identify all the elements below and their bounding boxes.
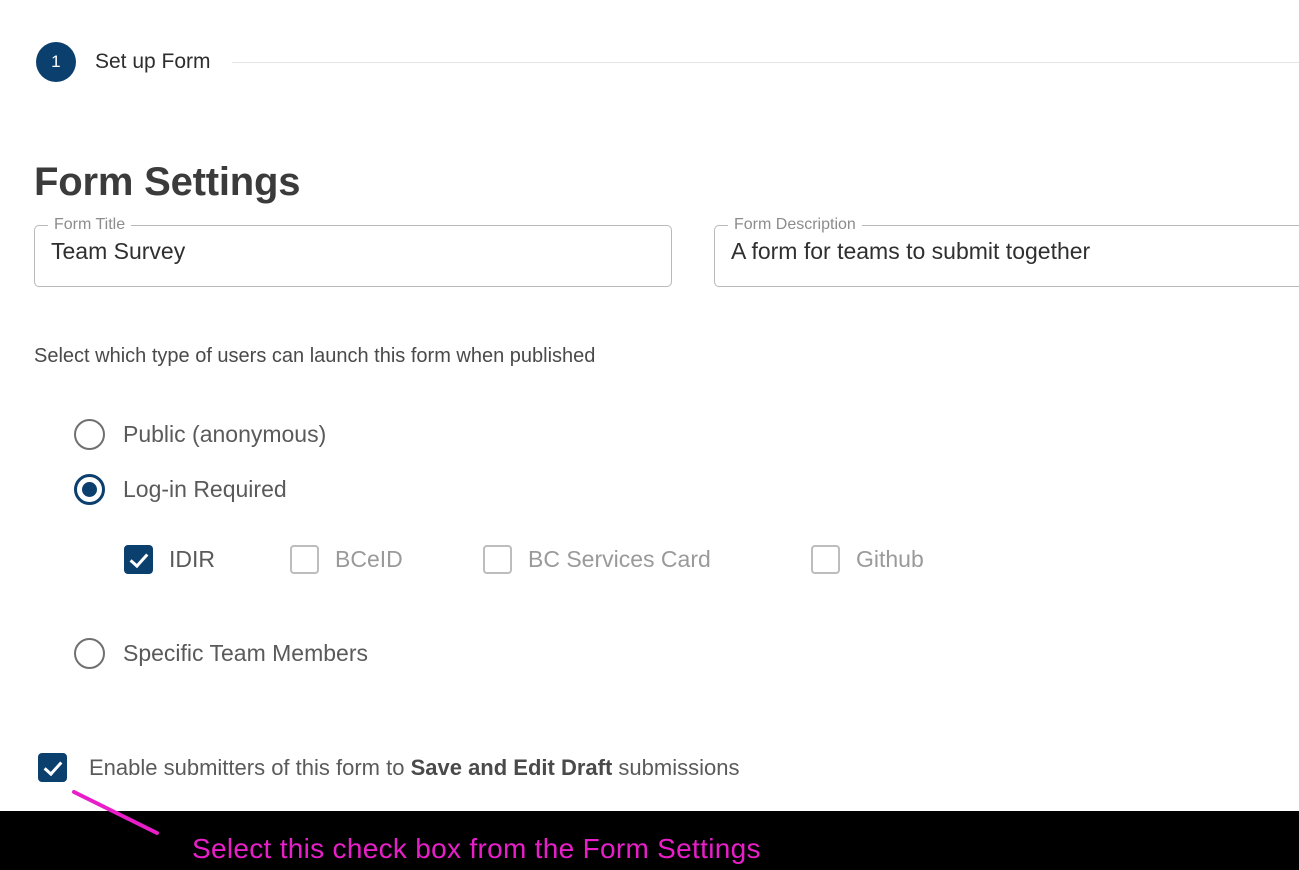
checkbox-option-bceid[interactable]: BCeID — [290, 545, 483, 574]
radio-label-login-required: Log-in Required — [123, 476, 287, 502]
radio-option-specific-team-members[interactable]: Specific Team Members — [74, 638, 368, 669]
radio-icon-specific-team-members[interactable] — [74, 638, 105, 669]
checkbox-option-github[interactable]: Github — [811, 545, 924, 574]
stepper-divider — [231, 61, 1299, 63]
draft-text-bold: Save and Edit Draft — [410, 754, 613, 780]
draft-text-after: submissions — [612, 754, 740, 780]
form-title-field[interactable]: Form Title Team Survey — [34, 215, 672, 287]
checkbox-label-github: Github — [856, 546, 924, 572]
draft-submissions-label: Enable submitters of this form to Save a… — [89, 755, 739, 781]
checkbox-icon-bc-services-card[interactable] — [483, 545, 512, 574]
step-number-badge: 1 — [36, 42, 76, 82]
radio-label-specific-team-members: Specific Team Members — [123, 640, 368, 666]
checkbox-label-idir: IDIR — [169, 546, 215, 572]
checkbox-icon-bceid[interactable] — [290, 545, 319, 574]
radio-option-login-required[interactable]: Log-in Required — [74, 474, 287, 505]
form-title-label: Form Title — [48, 215, 132, 235]
checkbox-option-idir[interactable]: IDIR — [124, 545, 290, 574]
radio-icon-public[interactable] — [74, 419, 105, 450]
access-instruction: Select which type of users can launch th… — [34, 345, 596, 367]
draft-text-before: Enable submitters of this form to — [89, 754, 411, 780]
identity-provider-group: IDIR BCeID BC Services Card Github — [124, 545, 924, 574]
draft-submissions-option[interactable]: Enable submitters of this form to Save a… — [38, 753, 739, 782]
checkbox-icon-github[interactable] — [811, 545, 840, 574]
annotation-text: Select this check box from the Form Sett… — [192, 833, 761, 864]
form-title-value[interactable]: Team Survey — [51, 238, 185, 265]
checkbox-label-bceid: BCeID — [335, 546, 403, 572]
radio-option-public[interactable]: Public (anonymous) — [74, 419, 326, 450]
form-description-label: Form Description — [728, 215, 862, 235]
form-description-value[interactable]: A form for teams to submit together — [731, 238, 1090, 265]
stepper: 1 Set up Form — [36, 42, 1299, 82]
radio-label-public: Public (anonymous) — [123, 421, 327, 447]
checkbox-icon-save-edit-draft-checked[interactable] — [38, 753, 67, 782]
form-description-field[interactable]: Form Description A form for teams to sub… — [714, 215, 1299, 287]
checkbox-icon-idir-checked[interactable] — [124, 545, 153, 574]
checkbox-label-bc-services-card: BC Services Card — [528, 546, 711, 572]
checkbox-option-bc-services-card[interactable]: BC Services Card — [483, 545, 811, 574]
radio-icon-login-required-selected[interactable] — [74, 474, 105, 505]
page-title: Form Settings — [34, 159, 301, 204]
step-label[interactable]: Set up Form — [95, 50, 211, 74]
